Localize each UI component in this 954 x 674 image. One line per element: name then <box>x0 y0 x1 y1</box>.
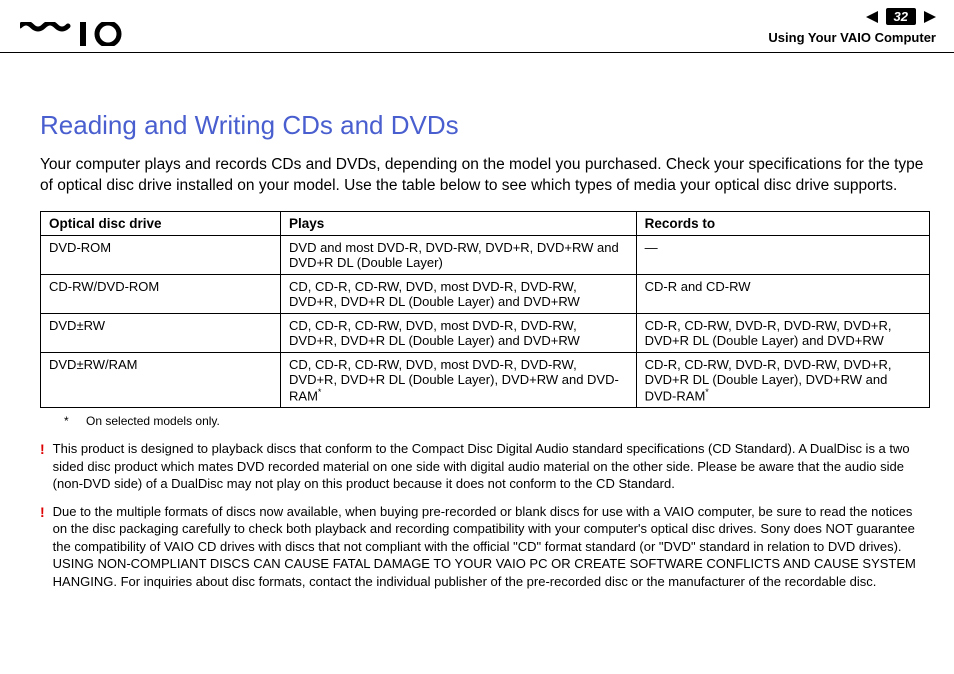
cell-drive: DVD±RW/RAM <box>41 352 281 407</box>
warning-text: Due to the multiple formats of discs now… <box>53 503 930 591</box>
page-content: Reading and Writing CDs and DVDs Your co… <box>40 110 930 601</box>
footnote-ref: * <box>705 387 709 397</box>
table-row: DVD±RW/RAMCD, CD-R, CD-RW, DVD, most DVD… <box>41 352 930 407</box>
table-header-row: Optical disc drive Plays Records to <box>41 211 930 235</box>
section-label: Using Your VAIO Computer <box>768 30 936 45</box>
cell-drive: CD-RW/DVD-ROM <box>41 274 281 313</box>
warning-note: !Due to the multiple formats of discs no… <box>40 503 930 591</box>
cell-records: CD-R, CD-RW, DVD-R, DVD-RW, DVD+R, DVD+R… <box>636 313 929 352</box>
warning-note: !This product is designed to playback di… <box>40 440 930 493</box>
cell-plays: DVD and most DVD-R, DVD-RW, DVD+R, DVD+R… <box>281 235 637 274</box>
table-row: DVD-ROMDVD and most DVD-R, DVD-RW, DVD+R… <box>41 235 930 274</box>
cell-drive: DVD-ROM <box>41 235 281 274</box>
intro-paragraph: Your computer plays and records CDs and … <box>40 155 930 197</box>
warning-text: This product is designed to playback dis… <box>53 440 930 493</box>
prev-page-arrow[interactable] <box>866 11 880 23</box>
cell-drive: DVD±RW <box>41 313 281 352</box>
table-footnote: * On selected models only. <box>64 414 930 428</box>
next-page-arrow[interactable] <box>922 11 936 23</box>
cell-records: CD-R, CD-RW, DVD-R, DVD-RW, DVD+R, DVD+R… <box>636 352 929 407</box>
col-header-records: Records to <box>636 211 929 235</box>
table-row: CD-RW/DVD-ROMCD, CD-R, CD-RW, DVD, most … <box>41 274 930 313</box>
cell-records: CD-R and CD-RW <box>636 274 929 313</box>
col-header-drive: Optical disc drive <box>41 211 281 235</box>
vaio-logo <box>20 22 128 51</box>
cell-plays: CD, CD-R, CD-RW, DVD, most DVD-R, DVD-RW… <box>281 352 637 407</box>
cell-records: — <box>636 235 929 274</box>
footnote-text: On selected models only. <box>86 414 220 428</box>
warning-icon: ! <box>40 441 45 493</box>
col-header-plays: Plays <box>281 211 637 235</box>
media-support-table: Optical disc drive Plays Records to DVD-… <box>40 211 930 408</box>
header-rule <box>0 52 954 53</box>
page-number: 32 <box>886 8 916 25</box>
footnote-ref: * <box>318 387 322 397</box>
cell-plays: CD, CD-R, CD-RW, DVD, most DVD-R, DVD-RW… <box>281 274 637 313</box>
warning-icon: ! <box>40 504 45 591</box>
page-title: Reading and Writing CDs and DVDs <box>40 110 930 141</box>
table-row: DVD±RWCD, CD-R, CD-RW, DVD, most DVD-R, … <box>41 313 930 352</box>
cell-plays: CD, CD-R, CD-RW, DVD, most DVD-R, DVD-RW… <box>281 313 637 352</box>
page-nav: 32 <box>866 8 936 25</box>
footnote-mark: * <box>64 414 69 428</box>
